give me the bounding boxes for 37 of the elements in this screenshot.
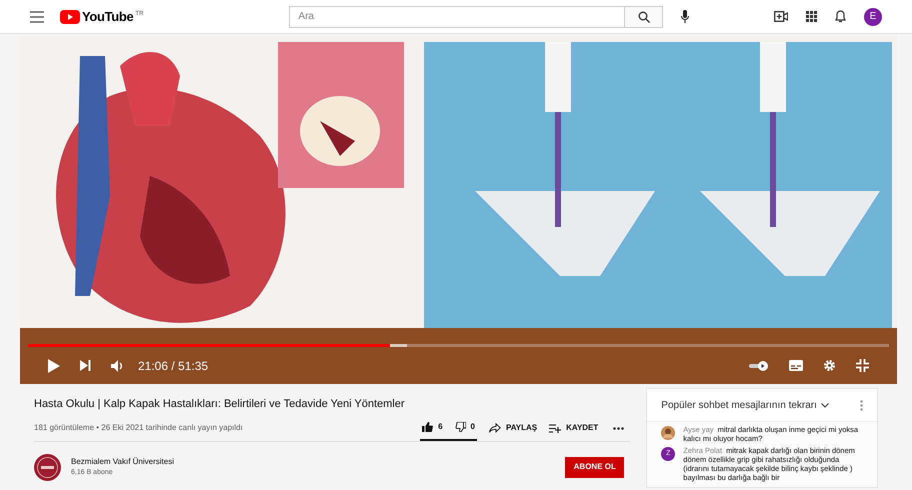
dislike-button[interactable]: 0 [442,415,477,441]
menu-icon[interactable] [30,10,44,22]
video-meta: 181 görüntüleme • 26 Eki 2021 tarihinde canlı yayın yapıldı [34,422,243,434]
time-display: 21:06 / 51:35 [138,358,208,374]
subscribe-button[interactable]: ABONE OL [565,456,624,478]
subtitles-icon[interactable] [789,360,803,371]
next-icon[interactable] [80,360,91,371]
save-button[interactable]: KAYDET [549,415,598,441]
apps-grid-icon[interactable] [806,11,817,22]
chevron-down-icon[interactable] [820,402,829,408]
like-button[interactable]: 6 [420,415,443,441]
thumbs-down-icon [454,422,466,432]
share-arrow-icon [489,423,501,433]
more-icon [612,426,624,430]
play-logo-icon [60,10,80,24]
thumbs-up-icon [422,422,434,432]
bell-icon[interactable] [835,10,846,23]
avatar[interactable]: E [864,8,882,26]
search-button[interactable] [625,6,664,28]
more-vertical-icon[interactable] [860,400,863,410]
autoplay-toggle-icon[interactable] [749,360,769,370]
add-to-playlist-icon [549,424,562,432]
video-title: Hasta Okulu | Kalp Kapak Hastalıkları: Belirtileri ve Tedavide Yeni Yöntemler [34,397,406,412]
logo-text[interactable]: YouTube [82,10,134,24]
play-icon[interactable] [48,358,60,372]
share-button[interactable]: PAYLAŞ [489,415,538,441]
exit-fullscreen-icon[interactable] [856,359,869,372]
channel-logo-icon[interactable] [34,454,61,480]
microphone-icon[interactable] [681,10,690,23]
chat-title[interactable]: Popüler sohbet mesajlarının tekrarı [661,398,817,412]
avatar-photo-icon [661,426,676,440]
search-field[interactable]: Ara [289,6,626,28]
create-video-icon[interactable] [774,11,788,22]
volume-icon[interactable] [111,360,124,372]
settings-icon[interactable] [823,359,836,372]
search-icon [638,10,650,22]
channel-name[interactable]: Bezmialem Vakıf Üniversitesi [71,456,174,468]
